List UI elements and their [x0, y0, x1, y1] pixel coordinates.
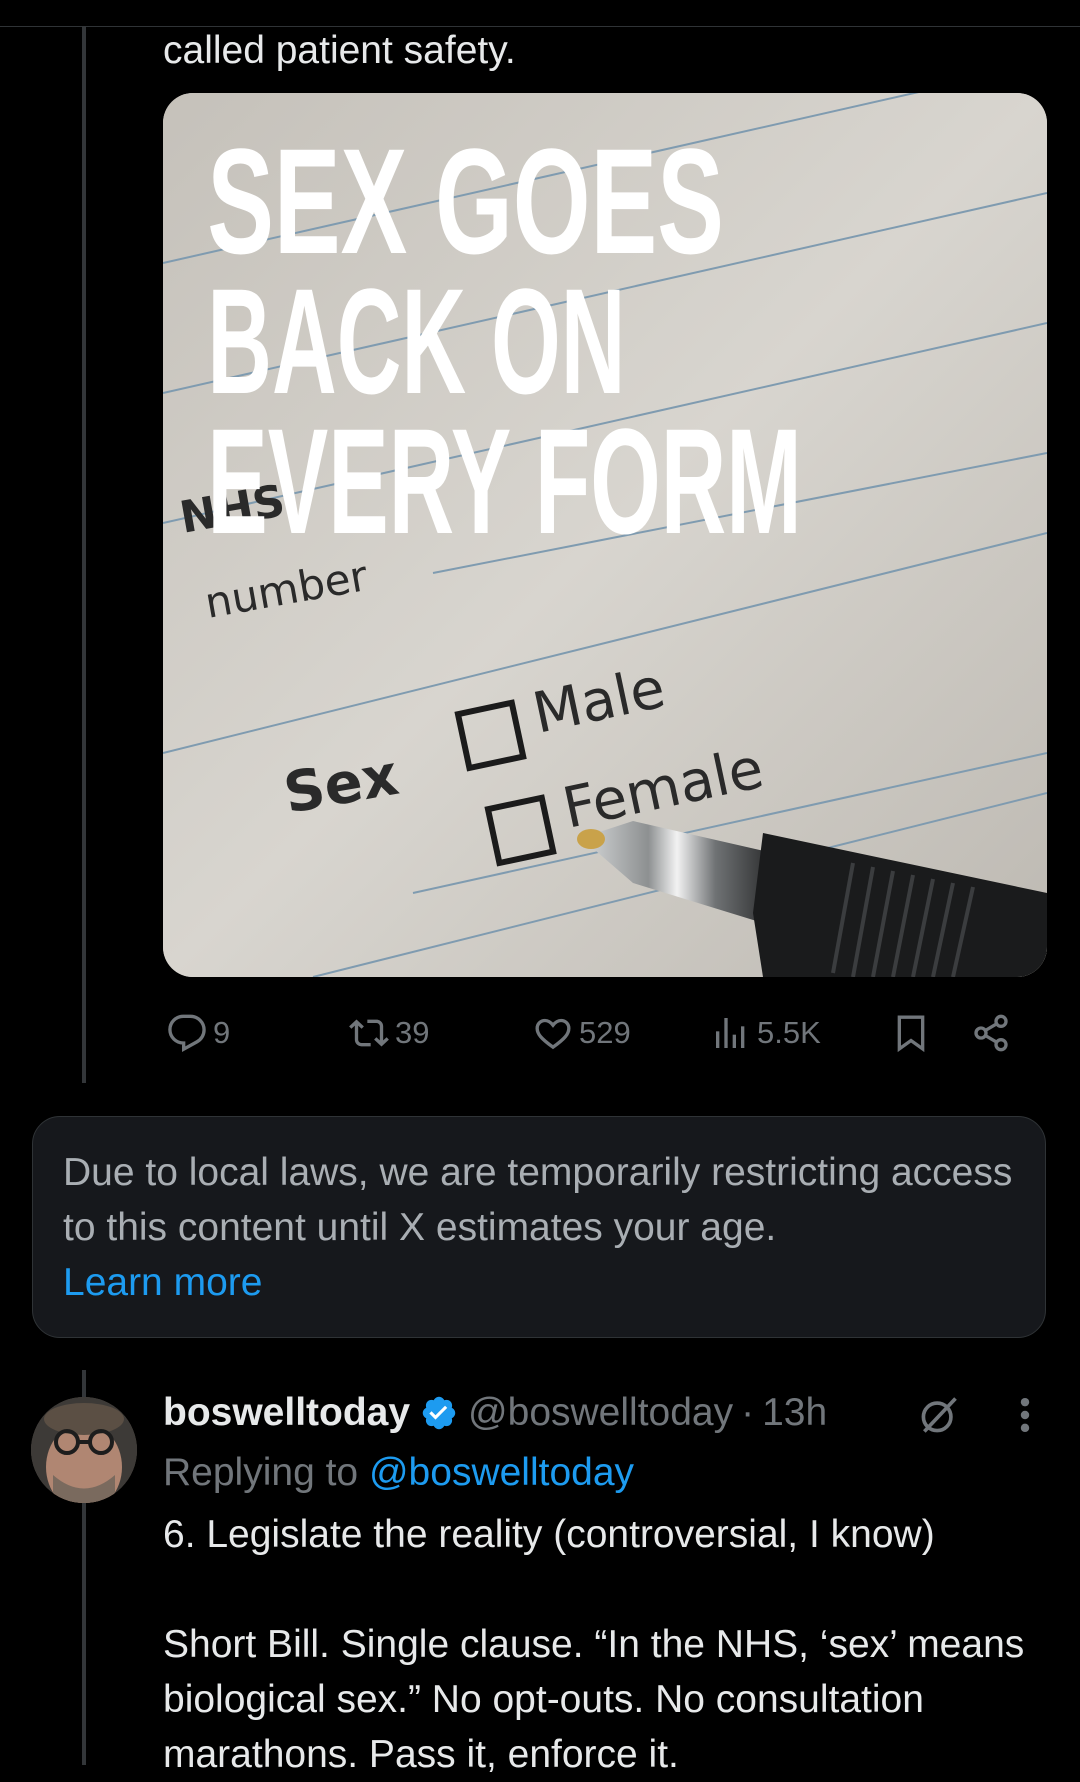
bookmark-button[interactable] [891, 1005, 937, 1061]
tweet-image[interactable]: NHS number Sex Male Female SEX GOES BACK… [163, 93, 1047, 977]
views-count: 5.5K [757, 1015, 821, 1050]
views-icon [716, 1018, 745, 1048]
reply-button[interactable]: 9 [167, 1005, 230, 1061]
notice-text: Due to local laws, we are temporarily re… [63, 1151, 1013, 1249]
tweet-text-line2: Short Bill. Single clause. “In the NHS, … [163, 1623, 1025, 1776]
views-button[interactable]: 5.5K [711, 1005, 821, 1061]
grok-icon[interactable] [917, 1393, 961, 1437]
learn-more-link[interactable]: Learn more [63, 1261, 262, 1304]
tweet-actions: 9 39 529 5.5K [163, 1005, 1043, 1061]
repost-button[interactable]: 39 [349, 1005, 429, 1061]
like-icon [535, 1018, 571, 1050]
display-name[interactable]: boswelltoday [163, 1391, 410, 1435]
thread-connector-line [82, 26, 86, 1083]
replying-to: Replying to @boswelltoday [163, 1445, 634, 1501]
reply-count: 9 [213, 1015, 231, 1050]
repost-count: 39 [395, 1015, 430, 1050]
share-button[interactable] [971, 1005, 1017, 1061]
avatar[interactable] [31, 1397, 137, 1503]
age-restriction-notice: Due to local laws, we are temporarily re… [32, 1116, 1046, 1338]
tweet-time[interactable]: 13h [762, 1391, 827, 1435]
tweet-text-tail: called patient safety. [163, 29, 516, 72]
replying-prefix: Replying to [163, 1451, 359, 1494]
share-icon [974, 1014, 1008, 1052]
tweet-text-line1: 6. Legislate the reality (controversial,… [163, 1513, 935, 1556]
reply-icon [168, 1014, 206, 1052]
header-separator: · [741, 1391, 755, 1434]
replying-mention[interactable]: @boswelltoday [369, 1451, 634, 1494]
repost-icon [349, 1019, 389, 1047]
top-divider [0, 26, 1080, 27]
like-count: 529 [579, 1015, 631, 1050]
user-handle[interactable]: @boswelltoday [468, 1391, 733, 1435]
bookmark-icon [897, 1015, 925, 1053]
more-icon[interactable] [1010, 1393, 1040, 1437]
verified-badge-icon [422, 1396, 456, 1430]
svg-text:EVERY FORM: EVERY FORM [207, 398, 802, 565]
like-button[interactable]: 529 [533, 1005, 631, 1061]
tweet-header: boswelltoday @boswelltoday · 13h [163, 1385, 827, 1441]
